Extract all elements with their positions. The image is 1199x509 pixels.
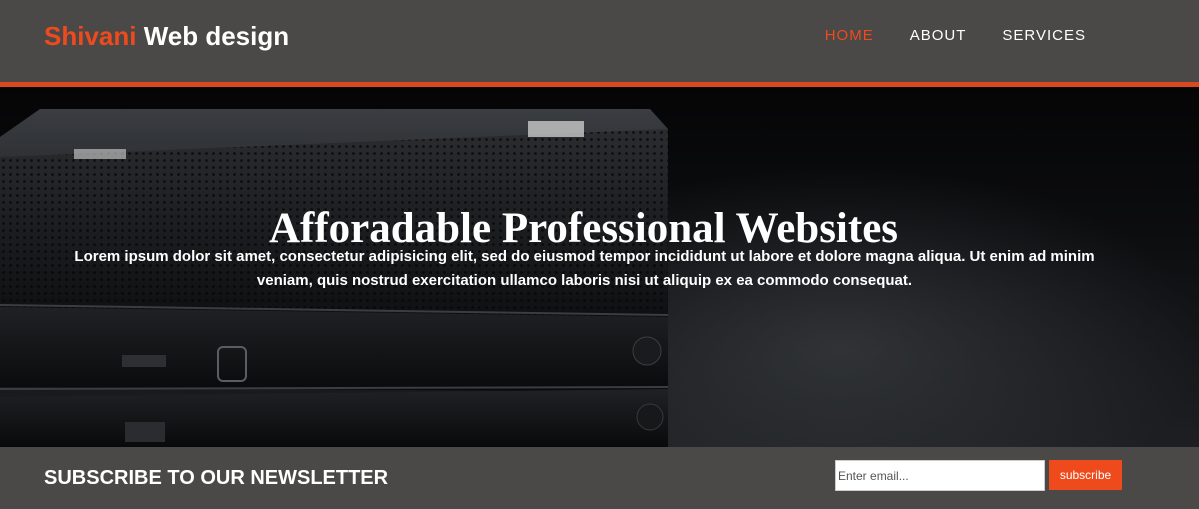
logo-text: Web design [136, 21, 290, 51]
subscribe-button[interactable]: subscribe [1049, 460, 1122, 490]
nav-home-link[interactable]: HOME [807, 26, 892, 46]
site-logo[interactable]: Shivani Web design [44, 20, 289, 52]
nav-about-link[interactable]: ABOUT [892, 26, 985, 46]
email-input[interactable] [835, 460, 1045, 491]
hero-description: Lorem ipsum dolor sit amet, consectetur … [74, 248, 1095, 289]
site-header: Shivani Web design HOME ABOUT SERVICES [0, 0, 1199, 82]
main-nav: HOME ABOUT SERVICES [807, 26, 1104, 46]
logo-highlight: Shivani [44, 21, 137, 51]
newsletter-title: SUBSCRIBE TO OUR NEWSLETTER [44, 467, 389, 489]
nav-services-link[interactable]: SERVICES [984, 26, 1104, 46]
newsletter-bar: SUBSCRIBE TO OUR NEWSLETTER subscribe [0, 447, 1199, 509]
hero-showcase: Afforadable Professional Websites Lorem … [0, 87, 1199, 447]
